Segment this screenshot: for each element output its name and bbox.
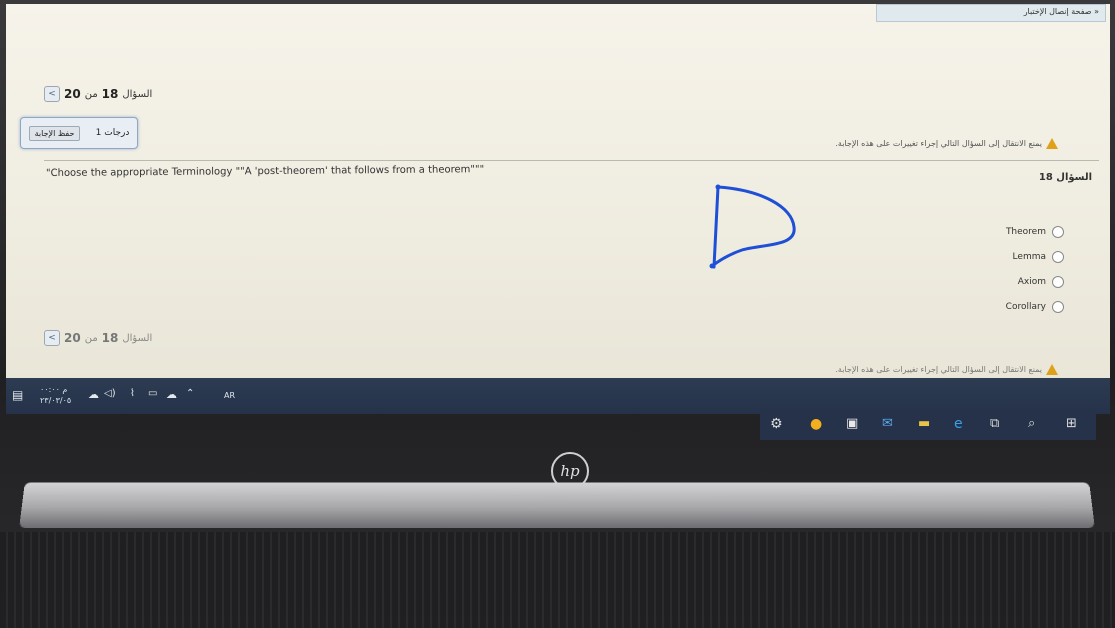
option-corollary[interactable]: Corollary — [1006, 301, 1064, 313]
clock-date: ٢٣/٠٣/٠٥ — [40, 396, 72, 405]
option-label: Lemma — [1012, 252, 1046, 262]
option-theorem[interactable]: Theorem — [1006, 226, 1064, 238]
warning-text: يمنع الانتقال إلى السؤال التالي إجراء تغ… — [835, 365, 1042, 374]
clock-time: م ٠٠:٠٠ — [40, 385, 68, 394]
radio-button[interactable] — [1052, 276, 1064, 288]
onedrive-icon[interactable]: ☁ — [88, 388, 99, 401]
question-word: السؤال — [122, 88, 153, 100]
start-icon[interactable]: ⊞ — [1066, 416, 1077, 431]
cloud-icon[interactable]: ☁ — [166, 388, 177, 401]
task-view-icon[interactable]: ⧉ — [990, 416, 999, 431]
prev-question-button[interactable]: < — [44, 86, 60, 102]
divider — [44, 160, 1099, 161]
laptop-keyboard-grille — [0, 532, 1115, 628]
save-answer-button[interactable]: حفظ الإجابة — [28, 125, 81, 141]
file-explorer-icon[interactable]: ▬ — [918, 416, 930, 431]
current-question: 18 — [101, 331, 119, 345]
warning-icon — [1046, 138, 1058, 149]
question-points-box: حفظ الإجابة 1 درجات — [20, 117, 138, 149]
of-word: من — [84, 88, 98, 100]
total-questions: 20 — [64, 87, 81, 101]
battery-icon[interactable]: ▭ — [148, 388, 157, 399]
radio-button[interactable] — [1052, 301, 1064, 313]
warning-message: يمنع الانتقال إلى السؤال التالي إجراء تغ… — [835, 138, 1058, 149]
mail-icon[interactable]: ✉ — [882, 416, 893, 431]
points-label: 1 درجات — [95, 128, 130, 138]
screen: « صفحة إنصال الإختبار < 20 من 18 السؤال … — [6, 4, 1110, 410]
total-questions: 20 — [64, 331, 81, 345]
radio-button[interactable] — [1052, 226, 1064, 238]
current-question: 18 — [101, 87, 119, 101]
option-axiom[interactable]: Axiom — [1018, 276, 1064, 288]
pen-annotation-d — [709, 184, 796, 269]
settings-icon[interactable]: ⚙ — [770, 416, 783, 432]
prev-question-button-bottom[interactable]: < — [44, 330, 60, 346]
notification-icon[interactable]: ▤ — [12, 388, 23, 402]
question-nav-bottom: < 20 من 18 السؤال — [44, 330, 152, 346]
language-indicator[interactable]: AR — [224, 391, 235, 400]
question-text: "Choose the appropriate Terminology ""A … — [45, 164, 485, 179]
of-word: من — [84, 332, 98, 344]
chevron-up-icon[interactable]: ⌃ — [186, 388, 194, 399]
store-icon[interactable]: ▣ — [846, 416, 858, 431]
question-nav-top: < 20 من 18 السؤال — [44, 86, 152, 102]
option-label: Theorem — [1005, 227, 1046, 237]
network-icon[interactable]: ⌇ — [130, 388, 135, 399]
volume-icon[interactable]: ◁) — [104, 388, 116, 399]
chrome-icon[interactable]: ● — [810, 416, 822, 432]
top-banner-link[interactable]: « صفحة إنصال الإختبار — [876, 4, 1106, 22]
option-lemma[interactable]: Lemma — [1013, 251, 1064, 263]
question-label: السؤال 18 — [1038, 172, 1092, 183]
warning-icon — [1046, 364, 1058, 375]
laptop-hinge — [19, 482, 1095, 528]
option-label: Corollary — [1005, 302, 1046, 312]
taskbar-apps: ⚙ ● ▣ ✉ ▬ e ⧉ ⌕ ⊞ — [760, 410, 1096, 440]
edge-icon[interactable]: e — [954, 416, 963, 432]
question-word: السؤال — [122, 332, 153, 344]
taskbar-clock[interactable]: م ٠٠:٠٠ ٢٣/٠٣/٠٥ — [40, 384, 71, 406]
search-icon[interactable]: ⌕ — [1028, 416, 1035, 431]
warning-message-bottom: يمنع الانتقال إلى السؤال التالي إجراء تغ… — [835, 364, 1058, 375]
windows-taskbar: ▤ م ٠٠:٠٠ ٢٣/٠٣/٠٥ ☁ ◁) ⌇ ▭ ☁ ⌃ AR — [6, 378, 1110, 414]
radio-button[interactable] — [1052, 251, 1064, 263]
warning-text: يمنع الانتقال إلى السؤال التالي إجراء تغ… — [835, 139, 1042, 148]
option-label: Axiom — [1017, 277, 1046, 287]
